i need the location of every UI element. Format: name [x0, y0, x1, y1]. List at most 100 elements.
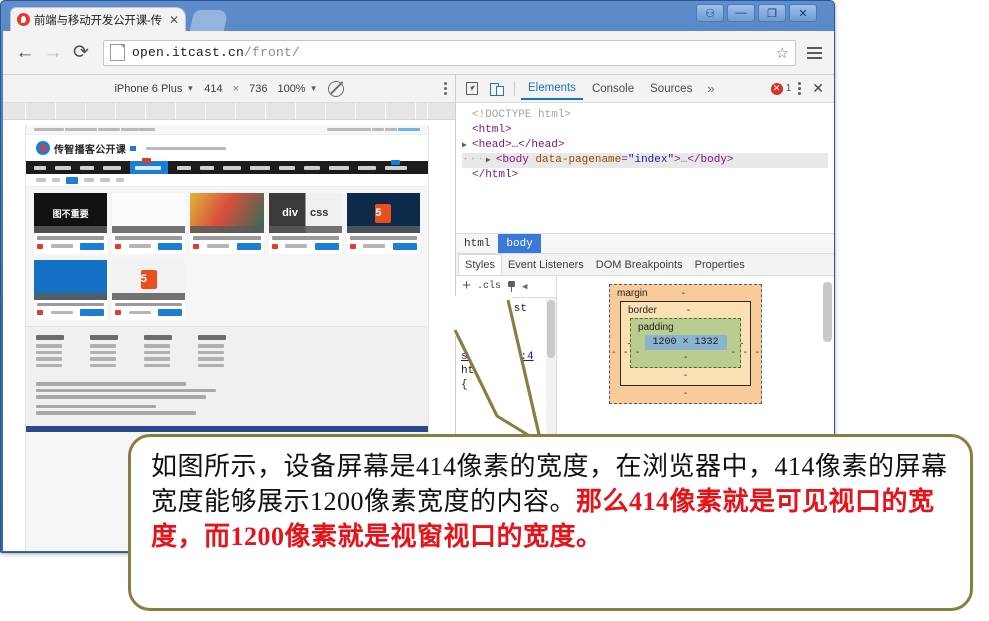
- subtab-dom-breakpoints[interactable]: DOM Breakpoints: [590, 256, 689, 274]
- viewport-height-input[interactable]: 736: [249, 83, 267, 95]
- dom-node-html-open[interactable]: <html>: [462, 123, 828, 138]
- card-meta: [190, 233, 263, 254]
- page-info-icon[interactable]: [110, 44, 125, 61]
- favicon-icon: [17, 13, 30, 26]
- site-logo-text: 传智播客公开课: [54, 144, 127, 156]
- padding-left-value[interactable]: -: [628, 338, 631, 348]
- box-margin-label: margin -: [610, 288, 761, 299]
- dom-node-html-close[interactable]: </html>: [462, 168, 828, 183]
- padding-right-edge-value[interactable]: -: [732, 347, 735, 358]
- course-card[interactable]: div css: [268, 193, 342, 254]
- expand-arrow-icon[interactable]: ▶: [462, 138, 472, 153]
- back-icon[interactable]: ←: [11, 39, 39, 67]
- dom-node-text: <head>…</head>: [472, 139, 565, 151]
- course-card[interactable]: 5: [112, 259, 186, 320]
- site-topbar: [26, 125, 428, 135]
- padding-right-value[interactable]: -: [741, 338, 744, 348]
- bookmark-star-icon[interactable]: ☆: [776, 44, 789, 62]
- dom-node-head[interactable]: ▶ <head>…</head>: [462, 138, 828, 153]
- style-source-link[interactable]: style.css:4: [461, 350, 551, 364]
- device-options-kebab-icon[interactable]: [444, 82, 447, 95]
- topbar-right-links: [327, 127, 420, 132]
- breadcrumb-item-html[interactable]: html: [456, 234, 498, 253]
- inspect-element-icon[interactable]: [462, 79, 484, 99]
- tab-sources[interactable]: Sources: [643, 78, 699, 99]
- device-selector[interactable]: iPhone 6 Plus ▼: [114, 83, 194, 95]
- subtab-styles[interactable]: Styles: [458, 254, 502, 275]
- box-padding-region[interactable]: padding - 1200 × 1332 - -: [628, 318, 744, 368]
- padding-bottom-value[interactable]: -: [631, 352, 740, 363]
- throttling-icon[interactable]: [327, 80, 344, 97]
- breadcrumb-item-body[interactable]: body: [498, 234, 541, 253]
- viewport-width-input[interactable]: 414: [204, 83, 222, 95]
- course-card[interactable]: [112, 193, 186, 254]
- tab-elements[interactable]: Elements: [521, 77, 583, 100]
- course-card[interactable]: [34, 259, 108, 320]
- site-nav-active-item[interactable]: [130, 158, 168, 174]
- error-indicator[interactable]: ✕ 1: [770, 82, 791, 95]
- forward-icon[interactable]: →: [39, 39, 67, 67]
- dimension-separator: ×: [232, 82, 240, 95]
- user-profile-button[interactable]: ⚇: [696, 4, 724, 22]
- padding-left-edge-value[interactable]: -: [636, 347, 639, 358]
- dom-node-doctype[interactable]: <!DOCTYPE html>: [462, 108, 828, 123]
- devtools-kebab-icon[interactable]: [793, 82, 806, 95]
- box-padding-label: padding: [631, 322, 740, 333]
- new-tab-button[interactable]: [189, 10, 229, 31]
- margin-left-value[interactable]: -: [612, 347, 615, 358]
- url-host: open.itcast.cn: [132, 45, 245, 60]
- margin-top-value[interactable]: -: [682, 288, 685, 299]
- box-model-diagram[interactable]: margin - border - padding - 1200 × 1332 -: [609, 284, 762, 404]
- site-bottom-bar: [26, 425, 428, 432]
- pin-icon[interactable]: [507, 281, 516, 292]
- style-selector[interactable]: html>body {: [461, 364, 551, 392]
- zoom-selector[interactable]: 100% ▼: [277, 83, 317, 95]
- box-pane-scrollbar[interactable]: [823, 282, 832, 342]
- course-card[interactable]: 图不重要: [34, 193, 108, 254]
- new-style-rule-icon[interactable]: +: [462, 279, 471, 294]
- margin-bottom-value[interactable]: -: [610, 388, 761, 399]
- site-logo-icon: [36, 141, 50, 155]
- course-card[interactable]: 5: [346, 193, 420, 254]
- toggle-class-button[interactable]: .cls: [477, 281, 501, 292]
- url-path: /front/: [244, 45, 301, 60]
- tab-close-icon[interactable]: ✕: [167, 14, 181, 26]
- more-tabs-icon[interactable]: »: [701, 77, 720, 100]
- padding-label-text: padding: [638, 322, 674, 333]
- border-top-value[interactable]: -: [687, 305, 690, 316]
- border-bottom-value[interactable]: -: [621, 370, 750, 381]
- browser-tab[interactable]: 前端与移动开发公开课-传 ✕: [10, 7, 186, 31]
- element-style-rule[interactable]: element.st yle { }: [461, 302, 551, 344]
- devtools-tabbar: Elements Console Sources » ✕ 1 ✕: [456, 75, 834, 103]
- box-content-size[interactable]: 1200 × 1332: [644, 335, 727, 350]
- address-bar[interactable]: open.itcast.cn/front/ ☆: [103, 39, 796, 66]
- styles-scrollbar-thumb[interactable]: [547, 300, 555, 358]
- close-window-button[interactable]: ✕: [789, 4, 817, 22]
- chevron-left-icon[interactable]: ◀: [522, 282, 527, 292]
- border-right-value[interactable]: -: [744, 347, 747, 358]
- breadcrumb: html body: [456, 233, 834, 254]
- site-nav[interactable]: [26, 158, 428, 174]
- tab-console[interactable]: Console: [585, 78, 641, 99]
- dom-body-attr-eq: =: [621, 154, 628, 166]
- toggle-device-toolbar-icon[interactable]: [486, 79, 508, 99]
- subtab-properties[interactable]: Properties: [689, 256, 751, 274]
- border-left-value[interactable]: -: [624, 347, 627, 358]
- browser-menu-icon[interactable]: [802, 39, 826, 67]
- minimize-button[interactable]: —: [727, 4, 755, 22]
- margin-right-value[interactable]: -: [756, 347, 759, 358]
- maximize-button[interactable]: ❐: [758, 4, 786, 22]
- course-card[interactable]: [190, 193, 264, 254]
- subtab-event-listeners[interactable]: Event Listeners: [502, 256, 590, 274]
- dom-node-text: <html>: [472, 124, 512, 136]
- expand-arrow-icon[interactable]: ▶: [486, 153, 496, 168]
- annotation-callout: 如图所示，设备屏幕是414像素的宽度，在浏览器中，414像素的屏幕宽度能够展示1…: [128, 434, 973, 611]
- dom-node-body-selected[interactable]: ···▶ <body data-pagename="index">…</body>: [462, 153, 828, 168]
- site-subnav[interactable]: [26, 174, 428, 187]
- footer-column: [198, 335, 226, 370]
- reload-icon[interactable]: ⟳: [67, 39, 95, 67]
- card-meta: [347, 233, 420, 254]
- devtools-close-icon[interactable]: ✕: [808, 80, 828, 97]
- box-border-region[interactable]: border - padding - 1200 × 1332 - - -: [620, 301, 751, 386]
- dom-tree[interactable]: <!DOCTYPE html> <html> ▶ <head>…</head> ·…: [456, 103, 834, 233]
